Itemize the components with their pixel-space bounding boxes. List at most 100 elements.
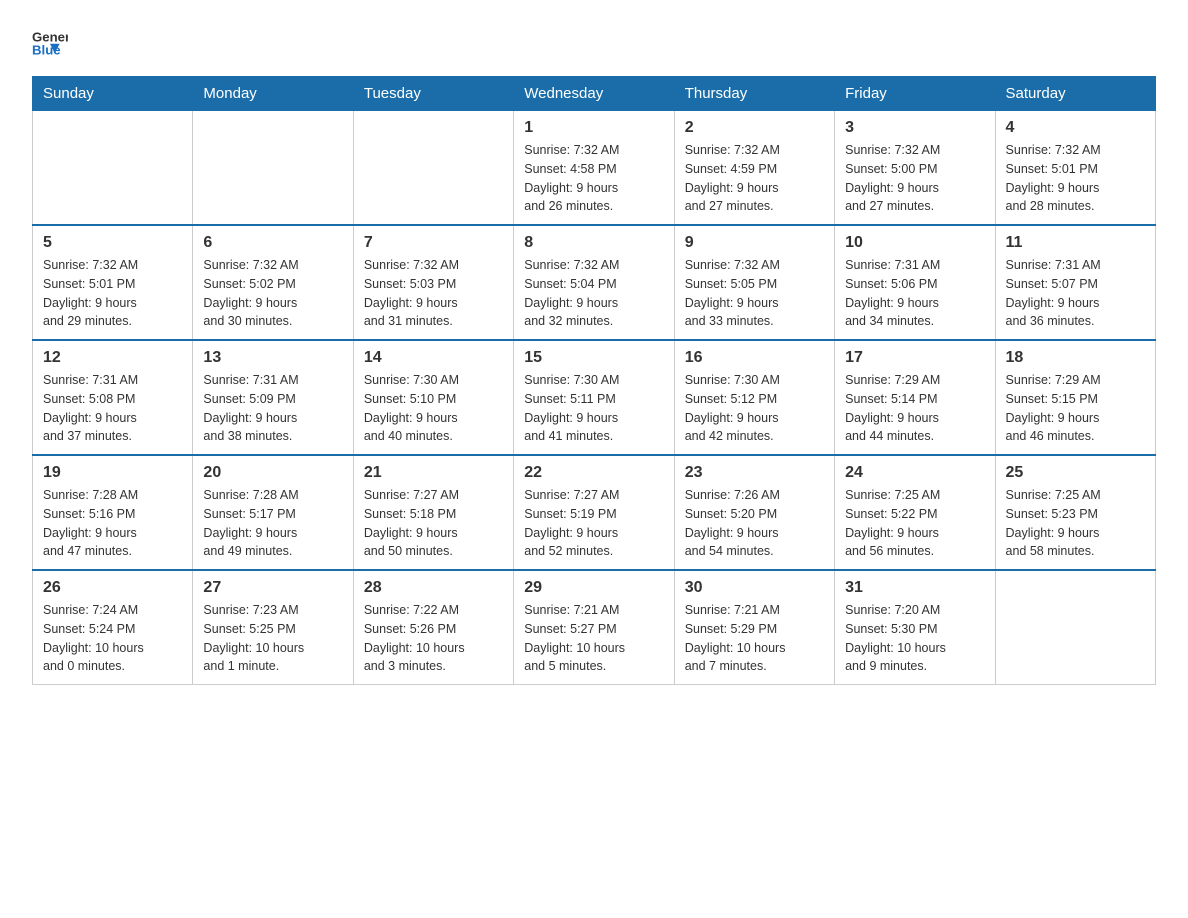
weekday-header-row: SundayMondayTuesdayWednesdayThursdayFrid… xyxy=(33,77,1156,111)
day-number: 13 xyxy=(203,349,342,367)
logo: General Blue xyxy=(32,24,70,60)
weekday-header-friday: Friday xyxy=(835,77,995,111)
day-info: Sunrise: 7:31 AM Sunset: 5:09 PM Dayligh… xyxy=(203,371,342,446)
calendar-table: SundayMondayTuesdayWednesdayThursdayFrid… xyxy=(32,76,1156,685)
day-info: Sunrise: 7:26 AM Sunset: 5:20 PM Dayligh… xyxy=(685,486,824,561)
day-info: Sunrise: 7:25 AM Sunset: 5:22 PM Dayligh… xyxy=(845,486,984,561)
day-number: 31 xyxy=(845,579,984,597)
logo-icon: General Blue xyxy=(32,24,68,60)
calendar-day-21: 21 Sunrise: 7:27 AM Sunset: 5:18 PM Dayli… xyxy=(353,455,513,570)
svg-text:Blue: Blue xyxy=(32,43,61,58)
day-info: Sunrise: 7:27 AM Sunset: 5:19 PM Dayligh… xyxy=(524,486,663,561)
day-info: Sunrise: 7:29 AM Sunset: 5:15 PM Dayligh… xyxy=(1006,371,1145,446)
day-number: 29 xyxy=(524,579,663,597)
day-number: 20 xyxy=(203,464,342,482)
calendar-day-6: 6 Sunrise: 7:32 AM Sunset: 5:02 PM Daylig… xyxy=(193,225,353,340)
day-info: Sunrise: 7:28 AM Sunset: 5:16 PM Dayligh… xyxy=(43,486,182,561)
calendar-day-17: 17 Sunrise: 7:29 AM Sunset: 5:14 PM Dayli… xyxy=(835,340,995,455)
calendar-day-27: 27 Sunrise: 7:23 AM Sunset: 5:25 PM Dayli… xyxy=(193,570,353,685)
calendar-day-20: 20 Sunrise: 7:28 AM Sunset: 5:17 PM Dayli… xyxy=(193,455,353,570)
day-number: 2 xyxy=(685,119,824,137)
day-info: Sunrise: 7:30 AM Sunset: 5:10 PM Dayligh… xyxy=(364,371,503,446)
day-number: 23 xyxy=(685,464,824,482)
calendar-day-5: 5 Sunrise: 7:32 AM Sunset: 5:01 PM Daylig… xyxy=(33,225,193,340)
day-info: Sunrise: 7:32 AM Sunset: 5:03 PM Dayligh… xyxy=(364,256,503,331)
day-number: 1 xyxy=(524,119,663,137)
calendar-day-23: 23 Sunrise: 7:26 AM Sunset: 5:20 PM Dayli… xyxy=(674,455,834,570)
day-number: 9 xyxy=(685,234,824,252)
calendar-day-12: 12Sunrise: 7:31 AM Sunset: 5:08 PM Dayli… xyxy=(33,340,193,455)
calendar-day-28: 28Sunrise: 7:22 AM Sunset: 5:26 PM Dayli… xyxy=(353,570,513,685)
day-info: Sunrise: 7:27 AM Sunset: 5:18 PM Dayligh… xyxy=(364,486,503,561)
day-number: 15 xyxy=(524,349,663,367)
calendar-day-15: 15 Sunrise: 7:30 AM Sunset: 5:11 PM Dayli… xyxy=(514,340,674,455)
day-number: 7 xyxy=(364,234,503,252)
day-number: 19 xyxy=(43,464,182,482)
weekday-header-thursday: Thursday xyxy=(674,77,834,111)
calendar-day-31: 31 Sunrise: 7:20 AM Sunset: 5:30 PM Dayli… xyxy=(835,570,995,685)
calendar-day-29: 29 Sunrise: 7:21 AM Sunset: 5:27 PM Dayli… xyxy=(514,570,674,685)
day-info: Sunrise: 7:32 AM Sunset: 5:01 PM Dayligh… xyxy=(43,256,182,331)
day-number: 30 xyxy=(685,579,824,597)
day-info: Sunrise: 7:29 AM Sunset: 5:14 PM Dayligh… xyxy=(845,371,984,446)
day-number: 4 xyxy=(1006,119,1145,137)
calendar-day-22: 22 Sunrise: 7:27 AM Sunset: 5:19 PM Dayli… xyxy=(514,455,674,570)
calendar-day-11: 11 Sunrise: 7:31 AM Sunset: 5:07 PM Dayli… xyxy=(995,225,1155,340)
day-info: Sunrise: 7:31 AM Sunset: 5:06 PM Dayligh… xyxy=(845,256,984,331)
day-number: 18 xyxy=(1006,349,1145,367)
calendar-day-16: 16 Sunrise: 7:30 AM Sunset: 5:12 PM Dayli… xyxy=(674,340,834,455)
page-header: General Blue xyxy=(32,24,1156,60)
calendar-day-30: 30 Sunrise: 7:21 AM Sunset: 5:29 PM Dayli… xyxy=(674,570,834,685)
day-info: Sunrise: 7:32 AM Sunset: 5:02 PM Dayligh… xyxy=(203,256,342,331)
day-info: Sunrise: 7:28 AM Sunset: 5:17 PM Dayligh… xyxy=(203,486,342,561)
day-info: Sunrise: 7:32 AM Sunset: 5:01 PM Dayligh… xyxy=(1006,141,1145,216)
calendar-day-19: 19 Sunrise: 7:28 AM Sunset: 5:16 PM Dayli… xyxy=(33,455,193,570)
day-number: 14 xyxy=(364,349,503,367)
empty-cell xyxy=(33,111,193,226)
day-number: 6 xyxy=(203,234,342,252)
day-info: Sunrise: 7:32 AM Sunset: 4:58 PM Dayligh… xyxy=(524,141,663,216)
day-number: 22 xyxy=(524,464,663,482)
day-number: 27 xyxy=(203,579,342,597)
day-number: 21 xyxy=(364,464,503,482)
calendar-day-8: 8 Sunrise: 7:32 AM Sunset: 5:04 PM Daylig… xyxy=(514,225,674,340)
day-number: 8 xyxy=(524,234,663,252)
calendar-day-18: 18 Sunrise: 7:29 AM Sunset: 5:15 PM Dayli… xyxy=(995,340,1155,455)
day-number: 24 xyxy=(845,464,984,482)
day-info: Sunrise: 7:31 AM Sunset: 5:08 PM Dayligh… xyxy=(43,371,182,446)
day-number: 17 xyxy=(845,349,984,367)
day-info: Sunrise: 7:32 AM Sunset: 5:04 PM Dayligh… xyxy=(524,256,663,331)
weekday-header-monday: Monday xyxy=(193,77,353,111)
day-number: 16 xyxy=(685,349,824,367)
day-info: Sunrise: 7:20 AM Sunset: 5:30 PM Dayligh… xyxy=(845,601,984,676)
day-number: 25 xyxy=(1006,464,1145,482)
calendar-week-row: 5 Sunrise: 7:32 AM Sunset: 5:01 PM Daylig… xyxy=(33,225,1156,340)
day-number: 26 xyxy=(43,579,182,597)
day-info: Sunrise: 7:22 AM Sunset: 5:26 PM Dayligh… xyxy=(364,601,503,676)
calendar-day-4: 4 Sunrise: 7:32 AM Sunset: 5:01 PM Daylig… xyxy=(995,111,1155,226)
day-info: Sunrise: 7:32 AM Sunset: 5:05 PM Dayligh… xyxy=(685,256,824,331)
empty-cell xyxy=(193,111,353,226)
calendar-week-row: 19 Sunrise: 7:28 AM Sunset: 5:16 PM Dayli… xyxy=(33,455,1156,570)
day-number: 3 xyxy=(845,119,984,137)
day-info: Sunrise: 7:30 AM Sunset: 5:11 PM Dayligh… xyxy=(524,371,663,446)
calendar-week-row: 26Sunrise: 7:24 AM Sunset: 5:24 PM Dayli… xyxy=(33,570,1156,685)
calendar-day-7: 7 Sunrise: 7:32 AM Sunset: 5:03 PM Daylig… xyxy=(353,225,513,340)
day-info: Sunrise: 7:31 AM Sunset: 5:07 PM Dayligh… xyxy=(1006,256,1145,331)
day-info: Sunrise: 7:21 AM Sunset: 5:29 PM Dayligh… xyxy=(685,601,824,676)
day-info: Sunrise: 7:25 AM Sunset: 5:23 PM Dayligh… xyxy=(1006,486,1145,561)
calendar-day-9: 9 Sunrise: 7:32 AM Sunset: 5:05 PM Daylig… xyxy=(674,225,834,340)
calendar-day-10: 10 Sunrise: 7:31 AM Sunset: 5:06 PM Dayli… xyxy=(835,225,995,340)
calendar-day-3: 3Sunrise: 7:32 AM Sunset: 5:00 PM Daylig… xyxy=(835,111,995,226)
weekday-header-sunday: Sunday xyxy=(33,77,193,111)
day-info: Sunrise: 7:23 AM Sunset: 5:25 PM Dayligh… xyxy=(203,601,342,676)
calendar-day-1: 1 Sunrise: 7:32 AM Sunset: 4:58 PM Daylig… xyxy=(514,111,674,226)
weekday-header-wednesday: Wednesday xyxy=(514,77,674,111)
day-info: Sunrise: 7:21 AM Sunset: 5:27 PM Dayligh… xyxy=(524,601,663,676)
calendar-day-24: 24 Sunrise: 7:25 AM Sunset: 5:22 PM Dayli… xyxy=(835,455,995,570)
day-info: Sunrise: 7:30 AM Sunset: 5:12 PM Dayligh… xyxy=(685,371,824,446)
day-number: 10 xyxy=(845,234,984,252)
calendar-week-row: 12Sunrise: 7:31 AM Sunset: 5:08 PM Dayli… xyxy=(33,340,1156,455)
day-number: 5 xyxy=(43,234,182,252)
day-number: 11 xyxy=(1006,234,1145,252)
